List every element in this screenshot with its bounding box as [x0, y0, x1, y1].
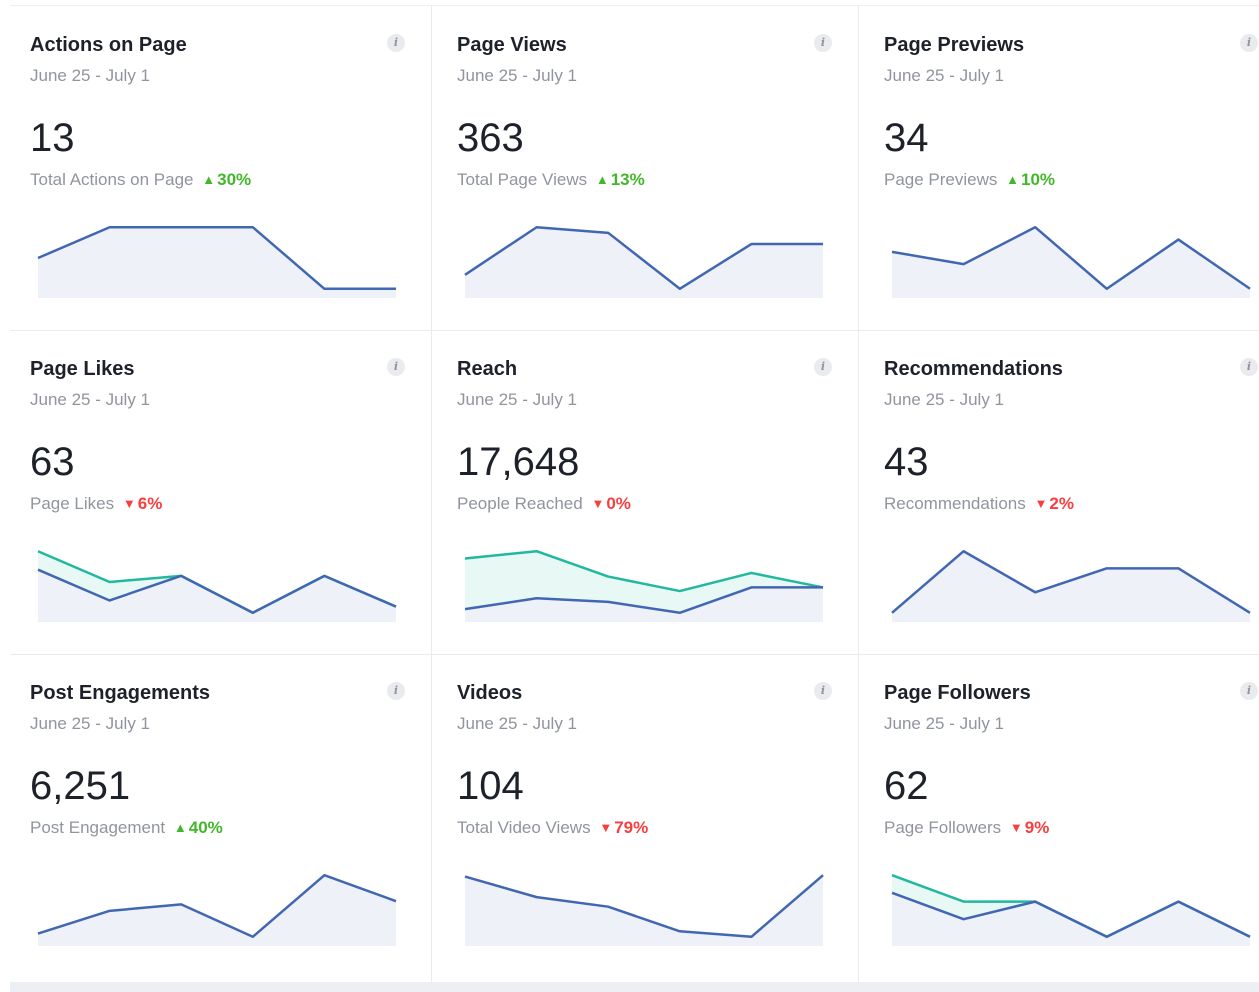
card-value: 17,648 [457, 440, 580, 484]
info-icon[interactable]: i [387, 682, 405, 700]
info-icon[interactable]: i [387, 358, 405, 376]
info-icon[interactable]: i [814, 34, 832, 52]
card-title: Reach [457, 358, 518, 380]
card-title: Videos [457, 682, 523, 704]
card-date-range: June 25 - July 1 [30, 66, 151, 85]
footer-bar [10, 982, 1259, 992]
card-title: Page Views [457, 34, 567, 56]
insight-card-post-engagements[interactable]: Post Engagements i June 25 - July 1 6,25… [10, 654, 431, 978]
card-delta: ▼ 2% [1034, 494, 1073, 513]
card-metric-label: Recommendations [884, 494, 1026, 513]
card-metric-row: Page Previews ▲ 10% [884, 170, 1055, 190]
card-value: 363 [457, 116, 524, 160]
card-date-range: June 25 - July 1 [457, 390, 578, 409]
insight-card-page-views[interactable]: Page Views i June 25 - July 1 363 Total … [437, 6, 858, 330]
card-date-range: June 25 - July 1 [884, 714, 1005, 733]
insight-card-page-previews[interactable]: Page Previews i June 25 - July 1 34 Page… [864, 6, 1259, 330]
card-value: 34 [884, 116, 929, 160]
card-delta: ▼ 0% [591, 494, 630, 513]
triangle-up-icon: ▲ [173, 820, 187, 835]
card-date-range: June 25 - July 1 [457, 714, 578, 733]
card-delta: ▲ 13% [596, 170, 645, 189]
card-value: 63 [30, 440, 75, 484]
card-metric-label: Total Page Views [457, 170, 588, 189]
card-metric-label: Page Followers [884, 818, 1002, 837]
card-delta: ▼ 79% [599, 818, 648, 837]
card-metric-row: Page Followers ▼ 9% [884, 818, 1049, 838]
sparkline-area-series-0 [465, 875, 823, 946]
insight-card-videos[interactable]: Videos i June 25 - July 1 104 Total Vide… [437, 654, 858, 978]
triangle-down-icon: ▼ [1034, 496, 1048, 511]
insight-card-actions-on-page[interactable]: Actions on Page i June 25 - July 1 13 To… [10, 6, 431, 330]
card-title: Page Previews [884, 34, 1025, 56]
card-metric-row: Total Video Views ▼ 79% [457, 818, 648, 838]
card-delta-value: 10% [1021, 170, 1056, 189]
column-divider [431, 6, 432, 982]
sparkline-area-series-0 [892, 227, 1250, 298]
card-title: Page Followers [884, 682, 1031, 704]
card-delta: ▲ 30% [202, 170, 251, 189]
card-value: 6,251 [30, 764, 131, 808]
insight-card-reach[interactable]: Reach i June 25 - July 1 17,648 People R… [437, 330, 858, 654]
card-delta-value: 79% [614, 818, 649, 837]
card-value: 13 [30, 116, 75, 160]
card-metric-row: Total Page Views ▲ 13% [457, 170, 645, 190]
card-metric-label: Total Video Views [457, 818, 591, 837]
triangle-up-icon: ▲ [595, 172, 609, 187]
card-delta-value: 9% [1024, 818, 1050, 837]
card-delta: ▲ 40% [174, 818, 223, 837]
card-value: 62 [884, 764, 929, 808]
card-metric-label: Post Engagement [30, 818, 166, 837]
triangle-down-icon: ▼ [1009, 820, 1023, 835]
card-metric-row: Total Actions on Page ▲ 30% [30, 170, 251, 190]
sparkline-area-series-0 [892, 551, 1250, 622]
card-metric-label: Page Likes [30, 494, 115, 513]
triangle-down-icon: ▼ [122, 496, 136, 511]
triangle-down-icon: ▼ [599, 820, 613, 835]
card-date-range: June 25 - July 1 [30, 714, 151, 733]
card-title: Page Likes [30, 358, 135, 380]
card-title: Actions on Page [30, 34, 187, 56]
card-metric-row: People Reached ▼ 0% [457, 494, 631, 514]
card-metric-row: Page Likes ▼ 6% [30, 494, 162, 514]
info-icon[interactable]: i [814, 682, 832, 700]
insight-card-page-followers[interactable]: Page Followers i June 25 - July 1 62 Pag… [864, 654, 1259, 978]
info-icon[interactable]: i [814, 358, 832, 376]
insight-card-recommendations[interactable]: Recommendations i June 25 - July 1 43 Re… [864, 330, 1259, 654]
triangle-up-icon: ▲ [1006, 172, 1019, 187]
card-value: 43 [884, 440, 929, 484]
card-metric-row: Recommendations ▼ 2% [884, 494, 1074, 514]
info-icon[interactable]: i [387, 34, 405, 52]
info-icon[interactable]: i [1240, 358, 1258, 376]
sparkline-area-series-0 [38, 875, 396, 946]
card-metric-label: People Reached [457, 494, 583, 513]
card-delta-value: 30% [217, 170, 252, 189]
card-delta: ▲ 10% [1006, 170, 1055, 189]
card-delta-value: 13% [610, 170, 645, 189]
card-delta: ▼ 6% [123, 494, 162, 513]
info-icon[interactable]: i [1240, 34, 1258, 52]
card-date-range: June 25 - July 1 [457, 66, 578, 85]
insights-grid: Actions on Page i June 25 - July 1 13 To… [10, 6, 1259, 982]
card-delta-value: 2% [1049, 494, 1074, 513]
insight-card-page-likes[interactable]: Page Likes i June 25 - July 1 63 Page Li… [10, 330, 431, 654]
triangle-up-icon: ▲ [202, 172, 216, 187]
card-metric-label: Page Previews [884, 170, 998, 189]
sparkline-area-series-0 [38, 227, 396, 298]
column-divider [858, 6, 859, 982]
card-delta: ▼ 9% [1010, 818, 1049, 837]
card-delta-value: 40% [188, 818, 223, 837]
card-title: Post Engagements [30, 682, 211, 704]
card-delta-value: 0% [606, 494, 631, 513]
card-delta-value: 6% [137, 494, 163, 513]
card-value: 104 [457, 764, 524, 808]
card-date-range: June 25 - July 1 [30, 390, 151, 409]
card-metric-row: Post Engagement ▲ 40% [30, 818, 223, 838]
triangle-down-icon: ▼ [591, 496, 605, 511]
card-metric-label: Total Actions on Page [30, 170, 194, 189]
card-date-range: June 25 - July 1 [884, 66, 1005, 85]
info-icon[interactable]: i [1240, 682, 1258, 700]
card-title: Recommendations [884, 358, 1063, 380]
card-date-range: June 25 - July 1 [884, 390, 1005, 409]
